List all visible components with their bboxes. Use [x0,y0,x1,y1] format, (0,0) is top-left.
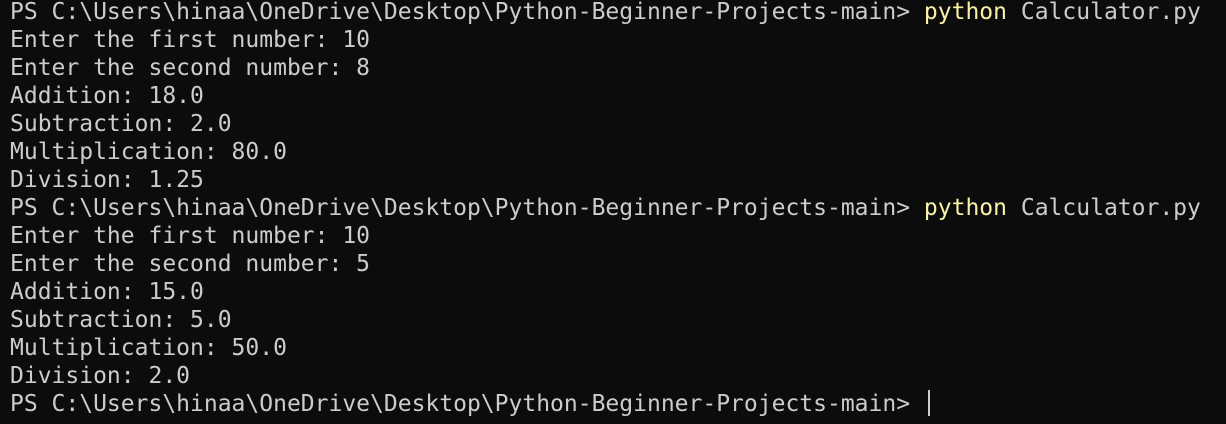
command-program: python [923,0,1008,25]
output-line: Subtraction: 5.0 [10,307,232,333]
prompt-text: PS C:\Users\hinaa\OneDrive\Desktop\Pytho… [10,0,924,25]
prompt-text: PS C:\Users\hinaa\OneDrive\Desktop\Pytho… [10,195,924,221]
output-line: Enter the first number: 10 [10,223,371,249]
output-line: Enter the second number: 8 [10,55,371,81]
command-args: Calculator.py [1007,0,1201,25]
prompt-line: PS C:\Users\hinaa\OneDrive\Desktop\Pytho… [10,194,1226,222]
command-program: python [923,195,1008,221]
output-line: Division: 1.25 [10,167,204,193]
prompt-text: PS C:\Users\hinaa\OneDrive\Desktop\Pytho… [10,391,924,417]
terminal-window[interactable]: PS C:\Users\hinaa\OneDrive\Desktop\Pytho… [0,0,1226,424]
output-line: Enter the second number: 5 [10,251,371,277]
output-line: Multiplication: 80.0 [10,139,287,165]
output-line: Multiplication: 50.0 [10,335,287,361]
command-args: Calculator.py [1007,195,1201,221]
output-line: Addition: 18.0 [10,83,204,109]
output-line: Addition: 15.0 [10,279,204,305]
output-line: Enter the first number: 10 [10,27,371,53]
terminal-output: PS C:\Users\hinaa\OneDrive\Desktop\Pytho… [10,0,1226,418]
output-line: Division: 2.0 [10,363,191,389]
active-prompt-line[interactable]: PS C:\Users\hinaa\OneDrive\Desktop\Pytho… [10,390,1226,418]
text-cursor [927,390,930,416]
prompt-line: PS C:\Users\hinaa\OneDrive\Desktop\Pytho… [10,0,1226,26]
output-line: Subtraction: 2.0 [10,111,232,137]
